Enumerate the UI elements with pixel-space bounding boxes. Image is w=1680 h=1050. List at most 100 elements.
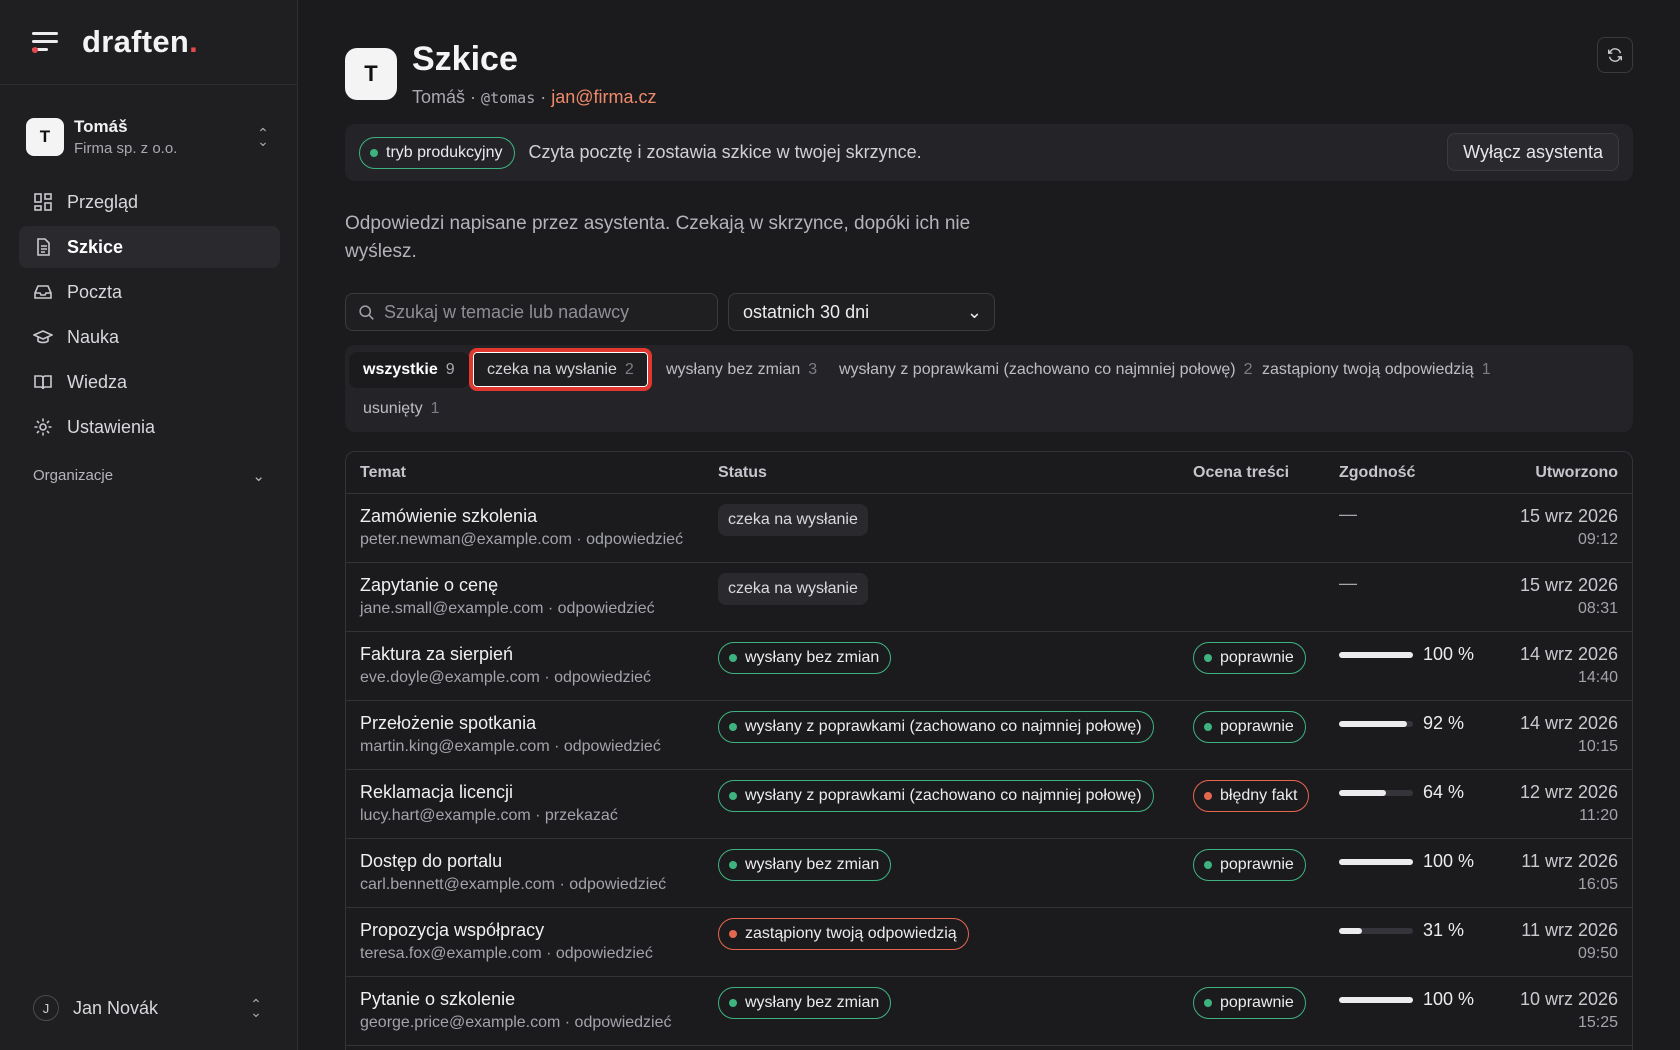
col-status[interactable]: Status [718,464,767,482]
drafts-table: Temat Status Ocena treści Zgodność Utwor… [345,451,1633,1050]
sidebar-item-szkice[interactable]: Szkice [19,226,280,268]
sidebar-item-poczta[interactable]: Poczta [19,271,280,313]
date-range-select[interactable]: ostatnich 30 dni ⌄ [728,293,995,331]
page-title: Szkice [412,40,518,78]
tab-replaced[interactable]: zastąpiony twoją odpowiedzią 1 [1248,352,1505,388]
sidebar-item-przeglad[interactable]: Przegląd [19,181,280,223]
row-created: 12 wrz 2026 11:20 [1519,782,1618,824]
col-match[interactable]: Zgodność [1339,464,1415,482]
tab-sent-edited[interactable]: wysłany z poprawkami (zachowano co najmn… [825,352,1267,388]
row-subject[interactable]: Pytanie o szkolenie [360,989,515,1010]
row-subject[interactable]: Dostęp do portalu [360,851,502,872]
row-created: 15 wrz 2026 08:31 [1519,575,1618,617]
sidebar-item-ustawienia[interactable]: Ustawienia [19,406,280,448]
row-sender: carl.bennett@example.com · odpowiedzieć [360,876,667,893]
workspace-switcher[interactable]: T Tomáš Firma sp. z o.o. ⌃ ⌄ [26,113,272,161]
account-info: Tomáš · @tomas · jan@firma.cz [412,87,657,107]
status-badge: wysłany bez zmian [718,987,892,1019]
sidebar-item-label: Szkice [67,236,124,257]
match-meter: 92 % [1339,713,1464,734]
tab-pending[interactable]: czeka na wysłanie 2 [469,348,652,391]
chevron-down-icon: ⌄ [252,468,265,485]
row-sender: george.price@example.com · odpowiedzieć [360,1014,672,1031]
row-subject[interactable]: Reklamacja licencji [360,782,513,803]
tab-all[interactable]: wszystkie 9 [349,352,469,388]
table-row[interactable]: Reklamacja licencji lucy.hart@example.com… [346,770,1632,839]
account-avatar: T [345,48,397,100]
match-percent: 100 % [1423,989,1475,1009]
date-range-value: ostatnich 30 dni [743,301,870,322]
sidebar-nav: Przegląd Szkice Poczta Nauka Wiedza Usta… [19,181,280,451]
sidebar-item-label: Nauka [67,326,120,347]
content-rating-badge: poprawnie [1193,849,1306,881]
status-badge: czeka na wysłanie [718,573,868,605]
match-meter: 100 % [1339,989,1474,1010]
dashboard-icon [34,193,52,211]
status-badge: wysłany bez zmian [718,642,892,674]
organizations-section[interactable]: Organizacje ⌄ [33,467,265,485]
table-row[interactable]: Pytanie o szkolenie george.price@example.… [346,977,1632,1046]
table-row[interactable]: Przełożenie spotkania martin.king@example… [346,701,1632,770]
search-box[interactable] [345,293,718,331]
table-row[interactable]: Zamówienie szkolenia peter.newman@example… [346,494,1632,563]
page-header: T Szkice Tomáš · @tomas · jan@firma.cz [345,40,657,108]
mode-description: Czyta pocztę i zostawia szkice w twojej … [528,142,922,162]
col-created[interactable]: Utworzono [1535,464,1618,482]
match-percent: 92 % [1423,713,1465,733]
row-subject[interactable]: Zapytanie o cenę [360,575,498,596]
tab-sent-unchanged[interactable]: wysłany bez zmian 3 [652,352,831,388]
row-subject[interactable]: Zamówienie szkolenia [360,506,537,527]
menu-icon[interactable] [32,31,58,53]
status-badge: wysłany z poprawkami (zachowano co najmn… [718,780,1154,812]
inbox-icon [34,285,52,299]
table-row[interactable]: Faktura za sierpień eve.doyle@example.com… [346,632,1632,701]
refresh-icon [1607,48,1623,62]
row-subject[interactable]: Faktura za sierpień [360,644,513,665]
row-created: 11 wrz 2026 16:05 [1521,851,1618,893]
col-subject[interactable]: Temat [360,464,406,482]
graduation-cap-icon [33,330,53,344]
sidebar-item-wiedza[interactable]: Wiedza [19,361,280,403]
row-subject[interactable]: Propozycja współpracy [360,920,544,941]
chevron-down-icon: ⌄ [966,301,982,322]
brand-bar: draften. [0,0,297,85]
refresh-button[interactable] [1597,37,1633,73]
document-icon [37,238,50,256]
account-name: Tomáš [412,87,466,107]
sidebar-item-nauka[interactable]: Nauka [19,316,280,358]
row-sender: eve.doyle@example.com · odpowiedzieć [360,669,652,686]
match-bar [1339,789,1413,796]
status-badge: czeka na wysłanie [718,504,868,536]
intro-text: Odpowiedzi napisane przez asystenta. Cze… [345,213,971,262]
row-created: 15 wrz 2026 09:12 [1519,506,1618,548]
account-email[interactable]: jan@firma.cz [551,87,656,107]
sidebar-item-label: Przegląd [67,191,139,212]
sidebar-item-label: Ustawienia [67,416,156,437]
table-row[interactable]: Propozycja współpracy teresa.fox@example.… [346,908,1632,977]
row-sender: martin.king@example.com · odpowiedzieć [360,738,661,755]
status-badge: zastąpiony twoją odpowiedzią [718,918,969,950]
col-content-rating[interactable]: Ocena treści [1193,464,1289,482]
mode-badge: tryb produkcyjny [359,136,515,169]
search-input[interactable] [384,301,704,323]
logo[interactable]: draften. [82,24,198,60]
search-icon [359,304,374,320]
row-created: 10 wrz 2026 15:25 [1519,989,1618,1031]
gear-icon [34,418,52,436]
user-menu[interactable]: J Jan Novák ⌃ ⌄ [33,995,265,1021]
user-avatar: J [33,995,59,1021]
match-percent: 100 % [1423,851,1475,871]
match-bar [1339,720,1413,727]
table-row[interactable]: Zapytanie o cenę jane.small@example.com ·… [346,563,1632,632]
row-sender: teresa.fox@example.com · odpowiedzieć [360,945,653,962]
status-badge: wysłany z poprawkami (zachowano co najmn… [718,711,1154,743]
workspace-company: Firma sp. z o.o. [74,140,178,157]
table-row[interactable]: Dostęp do portalu carl.bennett@example.co… [346,839,1632,908]
disable-assistant-button[interactable]: Wyłącz asystenta [1447,133,1619,171]
content-rating-badge: błędny fakt [1193,780,1310,812]
row-sender: lucy.hart@example.com · przekazać [360,807,618,824]
workspace-avatar: T [26,118,64,156]
match-percent: 31 % [1423,920,1465,940]
tab-deleted[interactable]: usunięty 1 [349,391,454,427]
row-subject[interactable]: Przełożenie spotkania [360,713,536,734]
